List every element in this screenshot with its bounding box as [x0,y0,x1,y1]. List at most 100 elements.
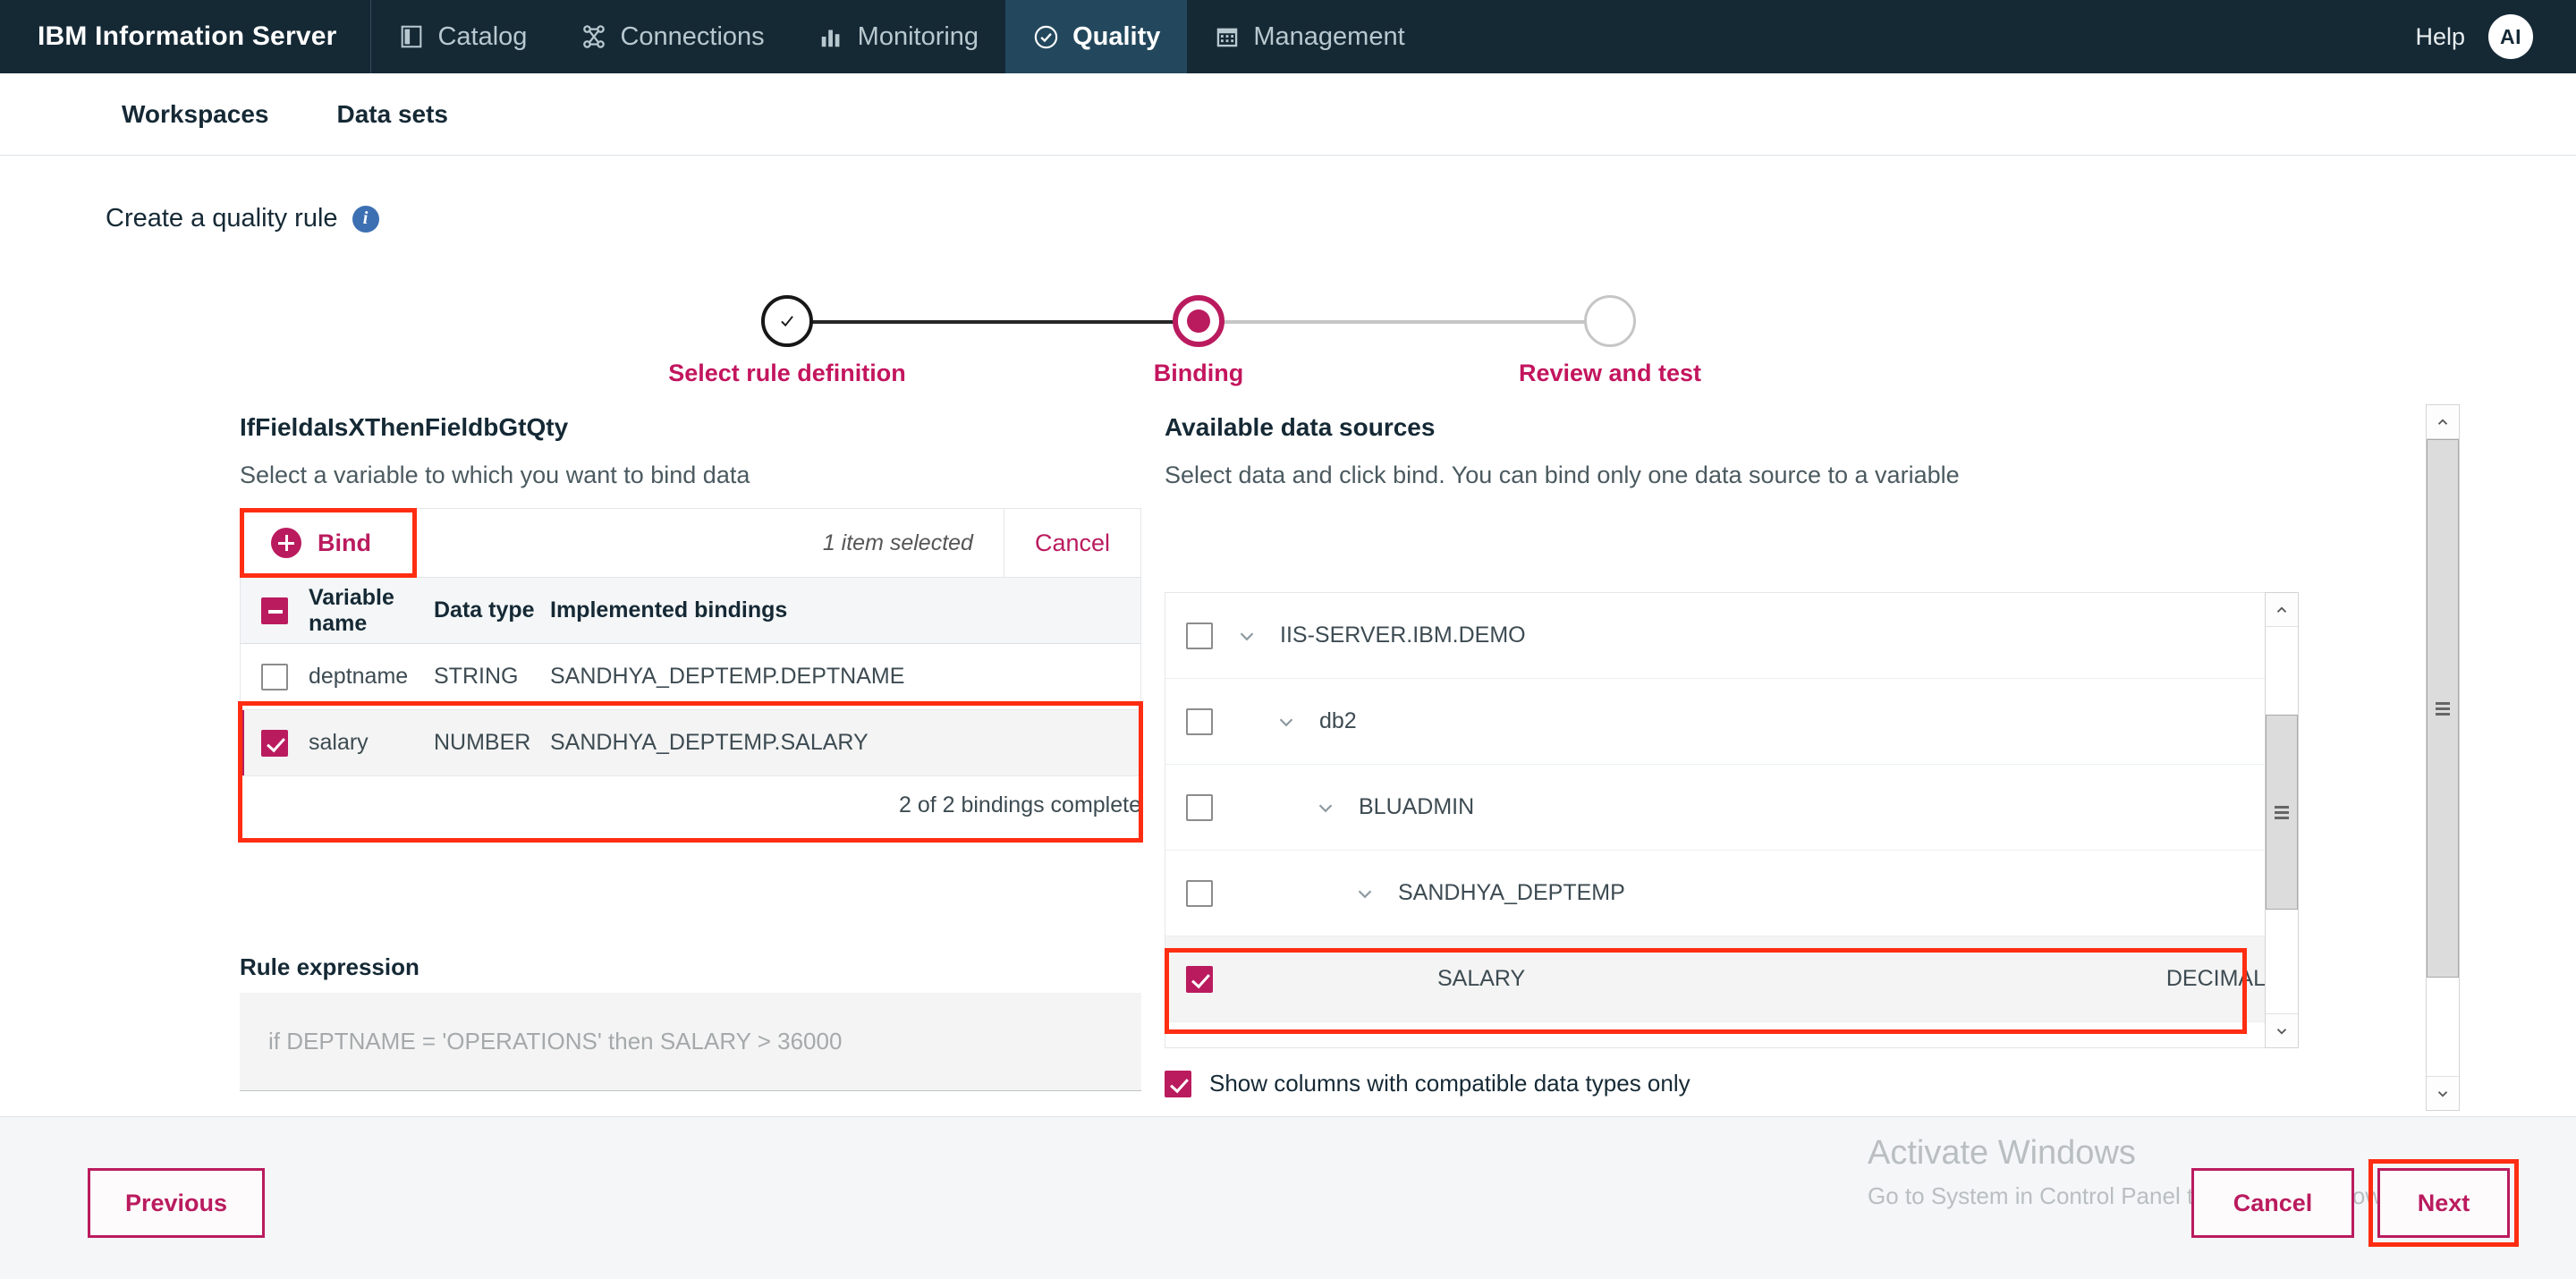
header-checkbox-cell[interactable] [241,597,309,624]
monitoring-icon [818,23,845,50]
tree-row-sandhya-deptemp[interactable]: SANDHYA_DEPTEMP [1165,851,2298,936]
stepper-line-completed [787,320,1199,324]
page-title-row: Create a quality rule i [106,204,379,233]
nav-item-label: Management [1253,21,1405,51]
nav-item-label: Quality [1072,21,1161,51]
tree-row-label: SANDHYA_DEPTEMP [1398,880,1625,905]
chevron-down-icon[interactable] [1352,882,1378,905]
cell-implemented-binding: SANDHYA_DEPTEMP.SALARY [550,730,869,755]
previous-button[interactable]: Previous [88,1168,265,1238]
tree-row-checkbox[interactable] [1186,965,1213,993]
table-row[interactable]: deptname STRING SANDHYA_DEPTEMP.DEPTNAME [241,644,1140,710]
scroll-up-button[interactable] [2266,593,2298,627]
variables-table-toolbar: Bind 1 item selected Cancel [240,508,1141,578]
cancel-button[interactable]: Cancel [2191,1168,2354,1238]
nav-item-management[interactable]: Management [1187,0,1431,73]
step-upcoming-icon [1584,295,1636,347]
info-icon[interactable]: i [352,205,379,233]
row-checkbox-cell[interactable] [241,729,309,757]
tree-checkbox-cell[interactable] [1165,879,1233,907]
stepper-label: Select rule definition [668,360,906,386]
tree-row-label: BLUADMIN [1359,794,1475,819]
catalog-icon [398,23,425,50]
top-navigation-bar: IBM Information Server Catalog Connectio… [0,0,2576,73]
tree-row-db2[interactable]: db2 [1165,679,2298,765]
page-scrollbar[interactable] [2426,404,2460,1111]
available-data-sources-title: Available data sources [1165,413,1436,441]
page-scrollbar-thumb[interactable] [2427,439,2459,978]
left-panel-subtitle: Select a variable to which you want to b… [240,462,750,488]
footer-bar [0,1116,2576,1279]
chevron-down-icon[interactable] [1233,624,1260,648]
cell-data-type: NUMBER [434,730,531,755]
tree-checkbox-cell[interactable] [1165,965,1233,993]
show-compatible-types-row[interactable]: Show columns with compatible data types … [1165,1070,1690,1097]
step-current-icon [1173,295,1224,347]
table-header-row: Variable name Data type Implemented bind… [241,578,1140,644]
nav-item-monitoring[interactable]: Monitoring [792,0,1005,73]
nav-item-connections[interactable]: Connections [554,0,791,73]
rule-expression-label: Rule expression [240,953,419,980]
toolbar-cancel-button[interactable]: Cancel [1003,509,1140,577]
tree-row-salary[interactable]: SALARY DECIMAL [1165,936,2298,1022]
bind-button[interactable]: Bind [241,509,402,577]
cell-implemented-binding: SANDHYA_DEPTEMP.DEPTNAME [550,664,905,689]
bind-button-label: Bind [318,529,371,556]
row-checkbox[interactable] [261,729,288,757]
quality-check-icon [1032,23,1060,51]
rule-expression-text: if DEPTNAME = 'OPERATIONS' then SALARY >… [268,1028,843,1055]
tree-row-label: db2 [1319,708,1357,733]
connections-icon [580,23,607,50]
variables-table: Variable name Data type Implemented bind… [240,578,1141,776]
show-compatible-types-checkbox[interactable] [1165,1070,1191,1097]
tree-checkbox-cell[interactable] [1165,707,1233,735]
help-link[interactable]: Help [2392,0,2488,73]
page-scroll-up-button[interactable] [2427,405,2459,439]
tree-checkbox-cell[interactable] [1165,622,1233,649]
step-complete-icon [761,295,813,347]
subnav-item-workspaces[interactable]: Workspaces [122,100,268,129]
wizard-stepper: Select rule definition Binding Review an… [668,295,1701,411]
page-title: Create a quality rule [106,204,338,233]
tree-scrollbar[interactable] [2265,592,2299,1048]
select-all-checkbox[interactable] [261,597,288,624]
right-panel-subtitle: Select data and click bind. You can bind… [1165,462,1960,488]
bindings-complete-status: 2 of 2 bindings complete [898,792,1141,817]
table-row[interactable]: salary NUMBER SANDHYA_DEPTEMP.SALARY [241,710,1140,776]
tree-row-iis-server[interactable]: IIS-SERVER.IBM.DEMO [1165,593,2298,679]
nav-item-label: Connections [620,21,765,51]
variables-table-container: Bind 1 item selected Cancel Variable nam… [240,508,1141,818]
next-button[interactable]: Next [2377,1168,2510,1238]
rule-definition-name: IfFieldaIsXThenFieldbGtQty [240,413,569,441]
tree-row-checkbox[interactable] [1186,707,1213,735]
management-calendar-icon [1214,23,1241,50]
rule-expression-field[interactable]: if DEPTNAME = 'OPERATIONS' then SALARY >… [240,993,1141,1091]
nav-item-catalog[interactable]: Catalog [371,0,554,73]
tree-row-label: IIS-SERVER.IBM.DEMO [1280,623,1526,648]
column-header-variable-name: Variable name [309,584,394,636]
chevron-down-icon[interactable] [1312,796,1339,819]
row-checkbox[interactable] [261,663,288,690]
tree-checkbox-cell[interactable] [1165,793,1233,821]
left-panel-header: IfFieldaIsXThenFieldbGtQty Select a vari… [240,413,1141,489]
row-checkbox-cell[interactable] [241,663,309,690]
cell-variable-name: salary [309,730,369,755]
nav-item-label: Monitoring [857,21,979,51]
stepper-label: Review and test [1518,360,1702,386]
subnav-item-data-sets[interactable]: Data sets [336,100,448,129]
page-scroll-down-button[interactable] [2427,1076,2459,1110]
scroll-down-button[interactable] [2266,1013,2298,1047]
nav-item-label: Catalog [437,21,528,51]
tree-row-checkbox[interactable] [1186,879,1213,907]
nav-item-quality[interactable]: Quality [1005,0,1188,73]
tree-row-bluadmin[interactable]: BLUADMIN [1165,765,2298,851]
column-header-implemented-bindings: Implemented bindings [550,597,788,623]
tree-row-checkbox[interactable] [1186,622,1213,649]
scrollbar-thumb[interactable] [2266,715,2298,910]
brand-title[interactable]: IBM Information Server [0,0,372,73]
tree-row-checkbox[interactable] [1186,793,1213,821]
chevron-down-icon[interactable] [1273,710,1300,733]
avatar[interactable]: AI [2488,14,2533,59]
